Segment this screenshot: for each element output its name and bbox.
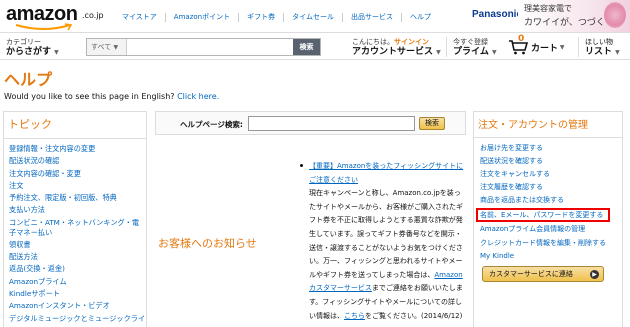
manage-link[interactable]: 注文をキャンセルする <box>480 168 622 181</box>
topic-link[interactable]: 予約注文、限定版・初回版、特典 <box>9 192 146 204</box>
topic-link[interactable]: Amazonインスタント・ビデオ <box>9 300 146 312</box>
english-click-here-link[interactable]: Click here. <box>177 92 219 101</box>
news-body-1: 現在キャンペーンと称し、Amazon.co.jpを装ったサイトやメールから、お客… <box>309 189 463 279</box>
chevron-down-icon: ▼ <box>113 44 119 51</box>
topic-link[interactable]: 支払い方法 <box>9 204 146 216</box>
amazon-logo[interactable]: amazon .co.jp <box>6 3 104 31</box>
topics-list: 登録情報・注文内容の変更 配送状況の確認 注文内容の確認・変更 注文 予約注文、… <box>4 139 146 325</box>
topic-link[interactable]: デジタルミュージックとミュージックライブ <box>9 313 146 325</box>
chevron-down-icon: ▼ <box>54 49 59 56</box>
nav-divider <box>446 37 447 57</box>
manage-link[interactable]: 配送状況を確認する <box>480 155 622 168</box>
account-management-panel: 注文・アカウントの管理 お届け先を変更する 配送状況を確認する 注文をキャンセル… <box>473 111 623 327</box>
search-button[interactable]: 検索 <box>293 39 320 55</box>
manage-link[interactable]: My Kindle <box>480 250 622 263</box>
wishlist-small-label: ほしい物 <box>585 38 613 46</box>
news-item: 【重要】Amazonを装ったフィッシングサイトにご注意ください 現在キャンペーン… <box>309 160 465 323</box>
prime-small-label: 今すぐ登録 <box>453 38 488 46</box>
topics-panel: トピック 登録情報・注文内容の変更 配送状況の確認 注文内容の確認・変更 注文 … <box>3 111 147 327</box>
english-prompt-text: Would you like to see this page in Engli… <box>4 92 175 101</box>
notice-heading: お客様へのお知らせ <box>158 237 257 250</box>
header-ad-banner[interactable]: Panasonic 理美容家電で カワイイが、つづく <box>470 0 630 32</box>
details-here-link[interactable]: こちら <box>344 312 365 320</box>
prime-big-label: プライム <box>453 47 489 57</box>
manage-link[interactable]: 商品を返品または交換する <box>480 194 622 207</box>
smile-arrow-icon <box>15 23 73 31</box>
topics-title: トピック <box>4 112 146 139</box>
arrow-right-icon: ▶ <box>590 270 599 279</box>
search-category-value: すべて <box>91 43 112 51</box>
ad-product-image <box>604 2 626 28</box>
top-link-seller[interactable]: 出品サービス <box>343 13 402 22</box>
ad-creative: 理美容家電で カワイイが、つづく <box>518 0 630 32</box>
topic-link[interactable]: Kindleサポート <box>9 288 146 300</box>
category-small-label: カテゴリー <box>6 38 41 46</box>
cs-button-label: カスタマーサービスに連絡 <box>489 270 573 278</box>
news-body-3: をご覧ください。(2014/6/12) <box>365 311 463 320</box>
category-big-label: からさがす <box>6 47 52 57</box>
topic-link[interactable]: 登録情報・注文内容の変更 <box>9 143 146 155</box>
topic-link[interactable]: 領収書 <box>9 239 146 251</box>
ad-line-1: 理美容家電で <box>524 4 572 13</box>
cart-count: 0 <box>518 34 525 44</box>
english-prompt: Would you like to see this page in Engli… <box>4 92 219 101</box>
search-input[interactable] <box>128 39 292 55</box>
search-category-select[interactable]: すべて ▼ <box>87 39 127 55</box>
manage-link[interactable]: お届け先を変更する <box>480 142 622 155</box>
top-link-mystore[interactable]: マイストア <box>114 13 166 22</box>
topic-link[interactable]: 注文 <box>9 180 146 192</box>
top-link-points[interactable]: Amazonポイント <box>166 13 240 22</box>
ad-brand: Panasonic <box>472 9 523 20</box>
help-search-button[interactable]: 検索 <box>419 117 445 130</box>
top-link-help[interactable]: ヘルプ <box>402 13 439 22</box>
help-search-input[interactable] <box>248 116 415 131</box>
phishing-warning-link[interactable]: 【重要】Amazonを装ったフィッシングサイトにご注意ください <box>309 162 463 184</box>
topic-link[interactable]: 返品(交換・返金) <box>9 263 146 275</box>
logo-wordmark: amazon <box>6 3 78 25</box>
contact-customer-service-button[interactable]: カスタマーサービスに連絡 ▶ <box>482 266 604 282</box>
account-management-list: お届け先を変更する 配送状況を確認する 注文をキャンセルする 注文履歴を確認する… <box>474 138 622 263</box>
chevron-down-icon: ▼ <box>615 49 620 56</box>
page-title: ヘルプ <box>4 72 53 89</box>
help-search-box: ヘルプページ検索: 検索 <box>155 111 466 135</box>
top-links-bar: マイストア Amazonポイント ギフト券 タイムセール 出品サービス ヘルプ <box>114 13 439 22</box>
topic-link[interactable]: 注文内容の確認・変更 <box>9 168 146 180</box>
topic-link[interactable]: 配送状況の確認 <box>9 155 146 167</box>
wishlist-big-label: リスト <box>585 47 613 57</box>
account-management-title: 注文・アカウントの管理 <box>474 112 622 138</box>
change-name-email-password-link[interactable]: 名前、Eメール、パスワードを変更する <box>476 208 610 223</box>
cart-label: カート <box>531 43 559 54</box>
sign-in-link[interactable]: サインイン <box>394 38 429 46</box>
account-menu[interactable]: こんにちは。サインイン アカウントサービス ▼ <box>352 37 441 58</box>
news-bullet <box>300 164 303 167</box>
topic-link[interactable]: Amazonプライム <box>9 276 146 288</box>
main-nav-bar: カテゴリー からさがす ▼ すべて ▼ 検索 こんにちは。サインイン アカウント… <box>0 32 630 60</box>
greeting-text: こんにちは。 <box>352 38 394 46</box>
top-link-giftcard[interactable]: ギフト券 <box>239 13 285 22</box>
prime-menu[interactable]: 今すぐ登録 プライム ▼ <box>453 37 497 58</box>
topic-link[interactable]: コンビニ・ATM・ネットバンキング・電子マネー払い <box>9 217 145 239</box>
manage-link[interactable]: 注文履歴を確認する <box>480 181 622 194</box>
search-bar: すべて ▼ 検索 <box>86 38 321 56</box>
account-services-label: アカウントサービス <box>352 47 434 57</box>
top-link-timesale[interactable]: タイムセール <box>284 13 343 22</box>
category-menu[interactable]: カテゴリー からさがす ▼ <box>6 37 59 58</box>
topic-link[interactable]: 配送方法 <box>9 251 146 263</box>
manage-link[interactable]: クレジットカード情報を編集・削除する <box>480 237 622 250</box>
logo-domain-suffix: .co.jp <box>82 11 104 20</box>
chevron-down-icon: ▼ <box>436 49 441 56</box>
chevron-down-icon: ▼ <box>558 43 565 51</box>
nav-divider <box>578 37 579 57</box>
wishlist-menu[interactable]: ほしい物 リスト ▼ <box>585 37 620 58</box>
ad-line-2: カワイイが、つづく <box>524 18 605 28</box>
help-search-label: ヘルプページ検索: <box>180 120 243 129</box>
cart-button[interactable]: 0 カート ▼ <box>508 34 565 55</box>
manage-link[interactable]: Amazonプライム会員情報の管理 <box>480 223 622 236</box>
chevron-down-icon: ▼ <box>491 49 497 56</box>
